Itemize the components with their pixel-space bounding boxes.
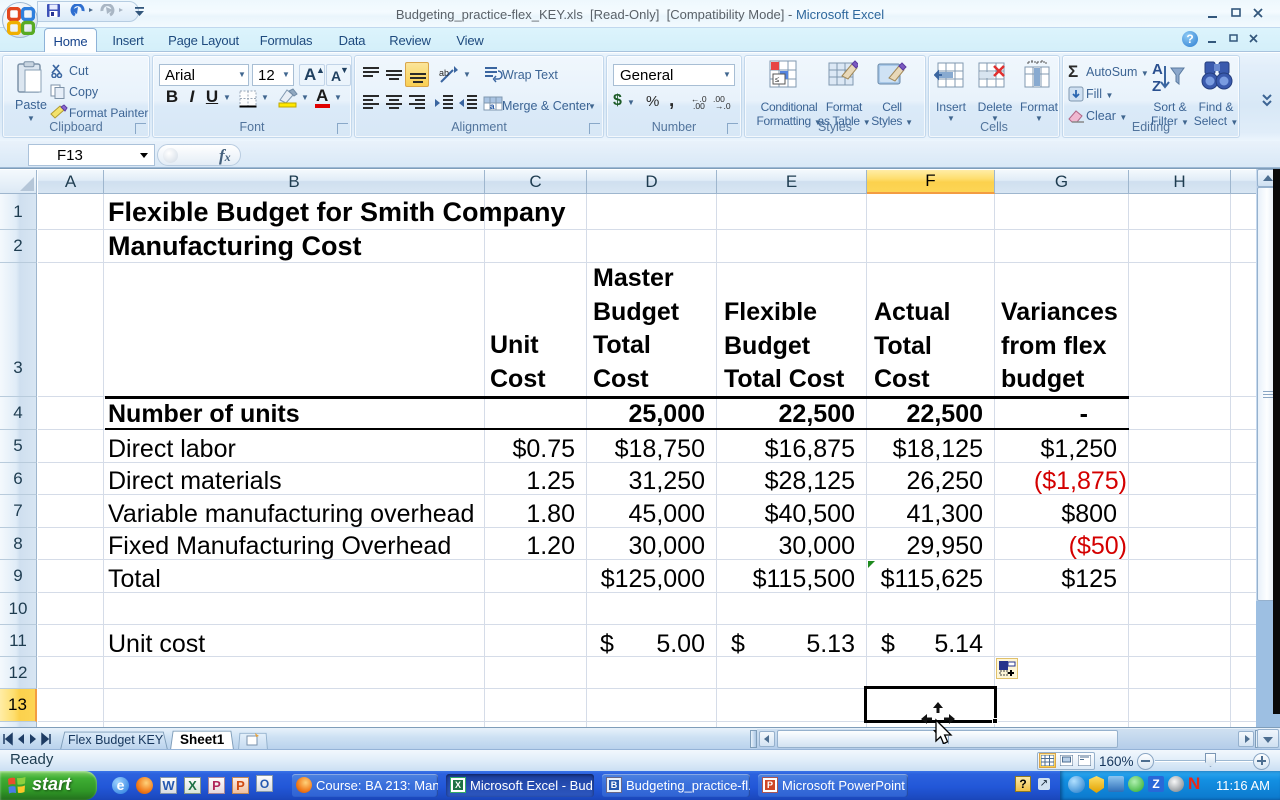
svg-text:ab: ab <box>439 68 449 78</box>
svg-text:≤: ≤ <box>775 75 780 84</box>
svg-text:→.0: →.0 <box>715 101 731 110</box>
svg-text:a: a <box>490 102 495 111</box>
svg-text:A: A <box>1152 61 1163 78</box>
svg-text:Z: Z <box>1152 78 1161 94</box>
svg-text:.00: .00 <box>693 101 705 110</box>
